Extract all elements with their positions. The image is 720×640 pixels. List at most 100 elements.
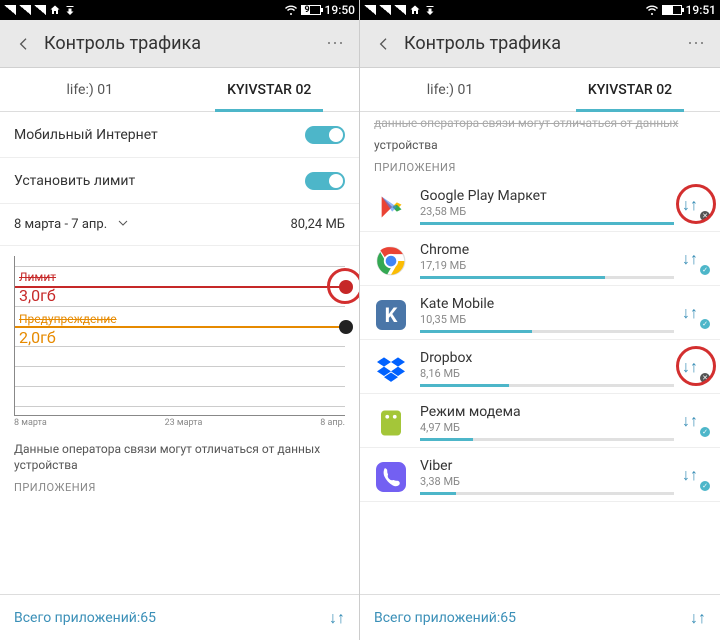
- signal-icon: [4, 5, 16, 15]
- warning-value: 2,0гб: [19, 328, 56, 347]
- allowed-icon: ✓: [700, 481, 710, 491]
- allowed-icon: ✓: [700, 265, 710, 275]
- app-row[interactable]: K Kate Mobile10,35 МБ ↓↑✓: [360, 286, 720, 340]
- mobile-internet-label: Мобильный Интернет: [14, 127, 158, 143]
- status-bar: 9 19:50: [0, 0, 359, 20]
- mobile-internet-toggle[interactable]: [305, 126, 345, 144]
- apps-section-label: ПРИЛОЖЕНИЯ: [360, 155, 720, 178]
- chevron-down-icon: [117, 217, 129, 233]
- signal-icon: [364, 5, 376, 15]
- operator-note: Данные оператора связи могут отличаться …: [0, 434, 359, 475]
- app-name: Viber: [420, 458, 674, 474]
- warning-handle[interactable]: [339, 320, 353, 334]
- back-button[interactable]: [368, 28, 400, 60]
- annotation-circle: [327, 268, 359, 304]
- allowed-icon: ✓: [700, 427, 710, 437]
- period-range: 8 марта - 7 апр.: [14, 217, 107, 232]
- app-icon: [374, 460, 408, 494]
- app-icon: K: [374, 298, 408, 332]
- app-name: Dropbox: [420, 350, 674, 366]
- set-limit-toggle[interactable]: [305, 172, 345, 190]
- left-screenshot: 9 19:50 Контроль трафика ⋯ life:) 01 KYI…: [0, 0, 360, 640]
- app-restrict-toggle[interactable]: ↓↑✓: [682, 303, 706, 327]
- page-title: Контроль трафика: [44, 33, 201, 54]
- battery-charging-icon: [662, 5, 682, 15]
- app-size: 8,16 МБ: [420, 367, 674, 380]
- x-tick: 8 марта: [14, 418, 47, 428]
- footer-summary[interactable]: Всего приложений:65 ↓↑: [0, 594, 359, 640]
- tab-kyivstar[interactable]: KYIVSTAR 02: [180, 68, 360, 111]
- app-row[interactable]: Режим модема4,97 МБ ↓↑✓: [360, 394, 720, 448]
- app-name: Режим модема: [420, 404, 674, 420]
- apps-section-label: ПРИЛОЖЕНИЯ: [0, 475, 359, 498]
- wifi-icon: [285, 4, 297, 16]
- wifi-icon: [646, 4, 658, 16]
- app-restrict-toggle[interactable]: ↓↑✓: [682, 465, 706, 489]
- battery-icon: 9: [301, 5, 321, 15]
- app-size: 4,97 МБ: [420, 421, 674, 434]
- app-name: Kate Mobile: [420, 296, 674, 312]
- app-icon: [374, 352, 408, 386]
- app-icon: [374, 244, 408, 278]
- clock: 19:51: [686, 3, 716, 17]
- x-tick: 23 марта: [165, 418, 203, 428]
- set-limit-row: Установить лимит: [0, 158, 359, 204]
- period-total: 80,24 МБ: [290, 217, 345, 232]
- app-row[interactable]: Chrome17,19 МБ ↓↑✓: [360, 232, 720, 286]
- overflow-menu[interactable]: ⋯: [320, 29, 351, 58]
- sort-icon[interactable]: ↓↑: [329, 608, 345, 628]
- app-icon: [374, 190, 408, 224]
- app-size: 3,38 МБ: [420, 475, 674, 488]
- right-screenshot: 19:51 Контроль трафика ⋯ life:) 01 KYIVS…: [360, 0, 720, 640]
- total-apps-label: Всего приложений:65: [374, 610, 516, 626]
- page-title: Контроль трафика: [404, 33, 561, 54]
- signal-icon: [394, 5, 406, 15]
- app-size: 23,58 МБ: [420, 205, 674, 218]
- app-header: Контроль трафика ⋯: [0, 20, 359, 68]
- tab-kyivstar[interactable]: KYIVSTAR 02: [540, 68, 720, 111]
- app-restrict-toggle[interactable]: ↓↑✓: [682, 411, 706, 435]
- period-selector[interactable]: 8 марта - 7 апр. 80,24 МБ: [0, 204, 359, 246]
- sim-tabs: life:) 01 KYIVSTAR 02: [0, 68, 359, 112]
- tab-life[interactable]: life:) 01: [0, 68, 180, 111]
- signal-icon: [379, 5, 391, 15]
- sim-tabs: life:) 01 KYIVSTAR 02: [360, 68, 720, 112]
- signal-icon: [34, 5, 46, 15]
- app-header: Контроль трафика ⋯: [360, 20, 720, 68]
- app-name: Chrome: [420, 242, 674, 258]
- note-partial2: устройства: [360, 134, 720, 156]
- x-tick: 8 апр.: [320, 418, 345, 428]
- footer-summary[interactable]: Всего приложений:65 ↓↑: [360, 594, 720, 640]
- app-row[interactable]: Viber3,38 МБ ↓↑✓: [360, 448, 720, 502]
- sort-icon[interactable]: ↓↑: [690, 608, 706, 628]
- warning-line[interactable]: [15, 326, 345, 328]
- limit-line[interactable]: [15, 286, 345, 288]
- limit-value: 3,0гб: [19, 286, 56, 305]
- status-bar: 19:51: [360, 0, 720, 20]
- allowed-icon: ✓: [700, 319, 710, 329]
- signal-icon: [19, 5, 31, 15]
- download-icon: [424, 4, 436, 16]
- overflow-menu[interactable]: ⋯: [681, 29, 712, 58]
- clock: 19:50: [325, 3, 355, 17]
- usage-chart[interactable]: Лимит 3,0гб Предупреждение 2,0гб 8 марта…: [0, 246, 359, 434]
- app-size: 17,19 МБ: [420, 259, 674, 272]
- warning-label: Предупреждение: [19, 312, 117, 326]
- annotation-circle: [676, 184, 716, 224]
- app-restrict-toggle[interactable]: ↓↑✓: [682, 249, 706, 273]
- app-name: Google Play Маркет: [420, 188, 674, 204]
- download-icon: [64, 4, 76, 16]
- set-limit-label: Установить лимит: [14, 173, 135, 189]
- note-partial: данные оператора связи могут отличаться …: [360, 112, 720, 134]
- app-size: 10,35 МБ: [420, 313, 674, 326]
- home-icon: [49, 4, 61, 16]
- app-icon: [374, 406, 408, 440]
- limit-label: Лимит: [19, 270, 56, 284]
- app-row[interactable]: Dropbox8,16 МБ↓↑✕: [360, 340, 720, 394]
- back-button[interactable]: [8, 28, 40, 60]
- tab-life[interactable]: life:) 01: [360, 68, 540, 111]
- app-list: Google Play Маркет23,58 МБ↓↑✕Chrome17,19…: [360, 178, 720, 502]
- home-icon: [409, 4, 421, 16]
- mobile-internet-row: Мобильный Интернет: [0, 112, 359, 158]
- app-row[interactable]: Google Play Маркет23,58 МБ↓↑✕: [360, 178, 720, 232]
